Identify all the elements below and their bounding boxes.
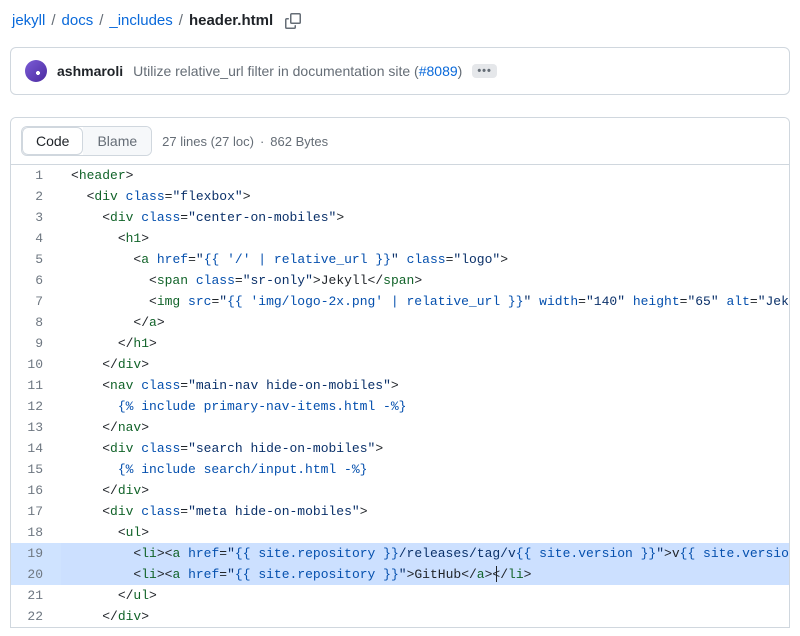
- code-text[interactable]: <li><a href="{{ site.repository }}/relea…: [61, 543, 789, 564]
- code-line[interactable]: 14 <div class="search hide-on-mobiles">: [11, 438, 789, 459]
- latest-commit-box: ashmaroli Utilize relative_url filter in…: [10, 47, 790, 95]
- line-number[interactable]: 17: [11, 501, 61, 522]
- file-meta: 27 lines (27 loc)·862 Bytes: [162, 134, 328, 149]
- code-text[interactable]: <div class="flexbox">: [61, 186, 789, 207]
- file-view: Code Blame 27 lines (27 loc)·862 Bytes: [10, 117, 790, 165]
- code-line[interactable]: 17 <div class="meta hide-on-mobiles">: [11, 501, 789, 522]
- commit-message-text: Utilize relative_url filter in documenta…: [133, 63, 419, 79]
- code-text[interactable]: <span class="sr-only">Jekyll</span>: [61, 270, 789, 291]
- file-size: 862 Bytes: [270, 134, 328, 149]
- code-line[interactable]: 18 <ul>: [11, 522, 789, 543]
- line-number[interactable]: 22: [11, 606, 61, 627]
- tab-code[interactable]: Code: [22, 127, 83, 155]
- text-caret: [496, 566, 497, 582]
- code-text[interactable]: <header>: [61, 165, 789, 186]
- code-content[interactable]: 1<header>2 <div class="flexbox">3 <div c…: [10, 165, 790, 628]
- line-number[interactable]: 18: [11, 522, 61, 543]
- code-text[interactable]: {% include search/input.html -%}: [61, 459, 789, 480]
- code-line[interactable]: 22 </div>: [11, 606, 789, 627]
- file-header: Code Blame 27 lines (27 loc)·862 Bytes: [11, 118, 789, 165]
- code-line[interactable]: 7 <img src="{{ 'img/logo-2x.png' | relat…: [11, 291, 789, 312]
- code-text[interactable]: <div class="center-on-mobiles">: [61, 207, 789, 228]
- line-number[interactable]: 21: [11, 585, 61, 606]
- code-line[interactable]: 8 </a>: [11, 312, 789, 333]
- code-text[interactable]: <ul>: [61, 522, 789, 543]
- code-text[interactable]: </ul>: [61, 585, 789, 606]
- code-line[interactable]: 1<header>: [11, 165, 789, 186]
- breadcrumb-link-0[interactable]: jekyll: [12, 12, 45, 29]
- breadcrumb-sep: /: [99, 12, 103, 29]
- breadcrumb-current: header.html: [189, 12, 273, 29]
- code-line[interactable]: 12 {% include primary-nav-items.html -%}: [11, 396, 789, 417]
- commit-message-text: ): [458, 63, 463, 79]
- line-number[interactable]: 14: [11, 438, 61, 459]
- pr-link[interactable]: #8089: [419, 63, 458, 79]
- code-text[interactable]: <li><a href="{{ site.repository }}">GitH…: [61, 564, 789, 585]
- code-line[interactable]: 6 <span class="sr-only">Jekyll</span>: [11, 270, 789, 291]
- code-text[interactable]: </div>: [61, 480, 789, 501]
- code-line[interactable]: 5 <a href="{{ '/' | relative_url }}" cla…: [11, 249, 789, 270]
- breadcrumb-sep: /: [179, 12, 183, 29]
- code-text[interactable]: </div>: [61, 354, 789, 375]
- line-number[interactable]: 3: [11, 207, 61, 228]
- line-number[interactable]: 4: [11, 228, 61, 249]
- line-number[interactable]: 8: [11, 312, 61, 333]
- file-lines: 27 lines (27 loc): [162, 134, 254, 149]
- line-number[interactable]: 20: [11, 564, 61, 585]
- copy-path-icon[interactable]: [285, 13, 301, 29]
- code-text[interactable]: <div class="search hide-on-mobiles">: [61, 438, 789, 459]
- line-number[interactable]: 5: [11, 249, 61, 270]
- line-number[interactable]: 7: [11, 291, 61, 312]
- code-text[interactable]: </div>: [61, 606, 789, 627]
- code-line[interactable]: 19 <li><a href="{{ site.repository }}/re…: [11, 543, 789, 564]
- code-text[interactable]: <div class="meta hide-on-mobiles">: [61, 501, 789, 522]
- line-number[interactable]: 2: [11, 186, 61, 207]
- code-text[interactable]: </h1>: [61, 333, 789, 354]
- code-text[interactable]: {% include primary-nav-items.html -%}: [61, 396, 789, 417]
- line-number[interactable]: 6: [11, 270, 61, 291]
- code-text[interactable]: <img src="{{ 'img/logo-2x.png' | relativ…: [61, 291, 789, 312]
- line-number[interactable]: 1: [11, 165, 61, 186]
- breadcrumb-sep: /: [51, 12, 55, 29]
- code-line[interactable]: 9 </h1>: [11, 333, 789, 354]
- code-line[interactable]: 3 <div class="center-on-mobiles">: [11, 207, 789, 228]
- code-line[interactable]: 2 <div class="flexbox">: [11, 186, 789, 207]
- code-line[interactable]: 16 </div>: [11, 480, 789, 501]
- breadcrumb-link-1[interactable]: docs: [62, 12, 94, 29]
- commit-author[interactable]: ashmaroli: [57, 63, 123, 79]
- view-toggle: Code Blame: [21, 126, 152, 156]
- line-number[interactable]: 15: [11, 459, 61, 480]
- code-text[interactable]: <nav class="main-nav hide-on-mobiles">: [61, 375, 789, 396]
- breadcrumb-link-2[interactable]: _includes: [109, 12, 172, 29]
- breadcrumb: jekyll / docs / _includes / header.html: [10, 8, 790, 47]
- code-line[interactable]: 11 <nav class="main-nav hide-on-mobiles"…: [11, 375, 789, 396]
- tab-blame[interactable]: Blame: [83, 127, 151, 155]
- line-number[interactable]: 10: [11, 354, 61, 375]
- expand-commit-icon[interactable]: •••: [472, 64, 497, 78]
- code-line[interactable]: 21 </ul>: [11, 585, 789, 606]
- code-line[interactable]: 10 </div>: [11, 354, 789, 375]
- code-text[interactable]: <a href="{{ '/' | relative_url }}" class…: [61, 249, 789, 270]
- line-number[interactable]: 19: [11, 543, 61, 564]
- line-number[interactable]: 11: [11, 375, 61, 396]
- line-number[interactable]: 16: [11, 480, 61, 501]
- code-line[interactable]: 13 </nav>: [11, 417, 789, 438]
- line-number[interactable]: 9: [11, 333, 61, 354]
- code-line[interactable]: 20 <li><a href="{{ site.repository }}">G…: [11, 564, 789, 585]
- commit-message[interactable]: Utilize relative_url filter in documenta…: [133, 63, 462, 79]
- code-text[interactable]: <h1>: [61, 228, 789, 249]
- code-line[interactable]: 15 {% include search/input.html -%}: [11, 459, 789, 480]
- code-text[interactable]: </a>: [61, 312, 789, 333]
- line-number[interactable]: 12: [11, 396, 61, 417]
- line-number[interactable]: 13: [11, 417, 61, 438]
- avatar[interactable]: [25, 60, 47, 82]
- code-text[interactable]: </nav>: [61, 417, 789, 438]
- code-line[interactable]: 4 <h1>: [11, 228, 789, 249]
